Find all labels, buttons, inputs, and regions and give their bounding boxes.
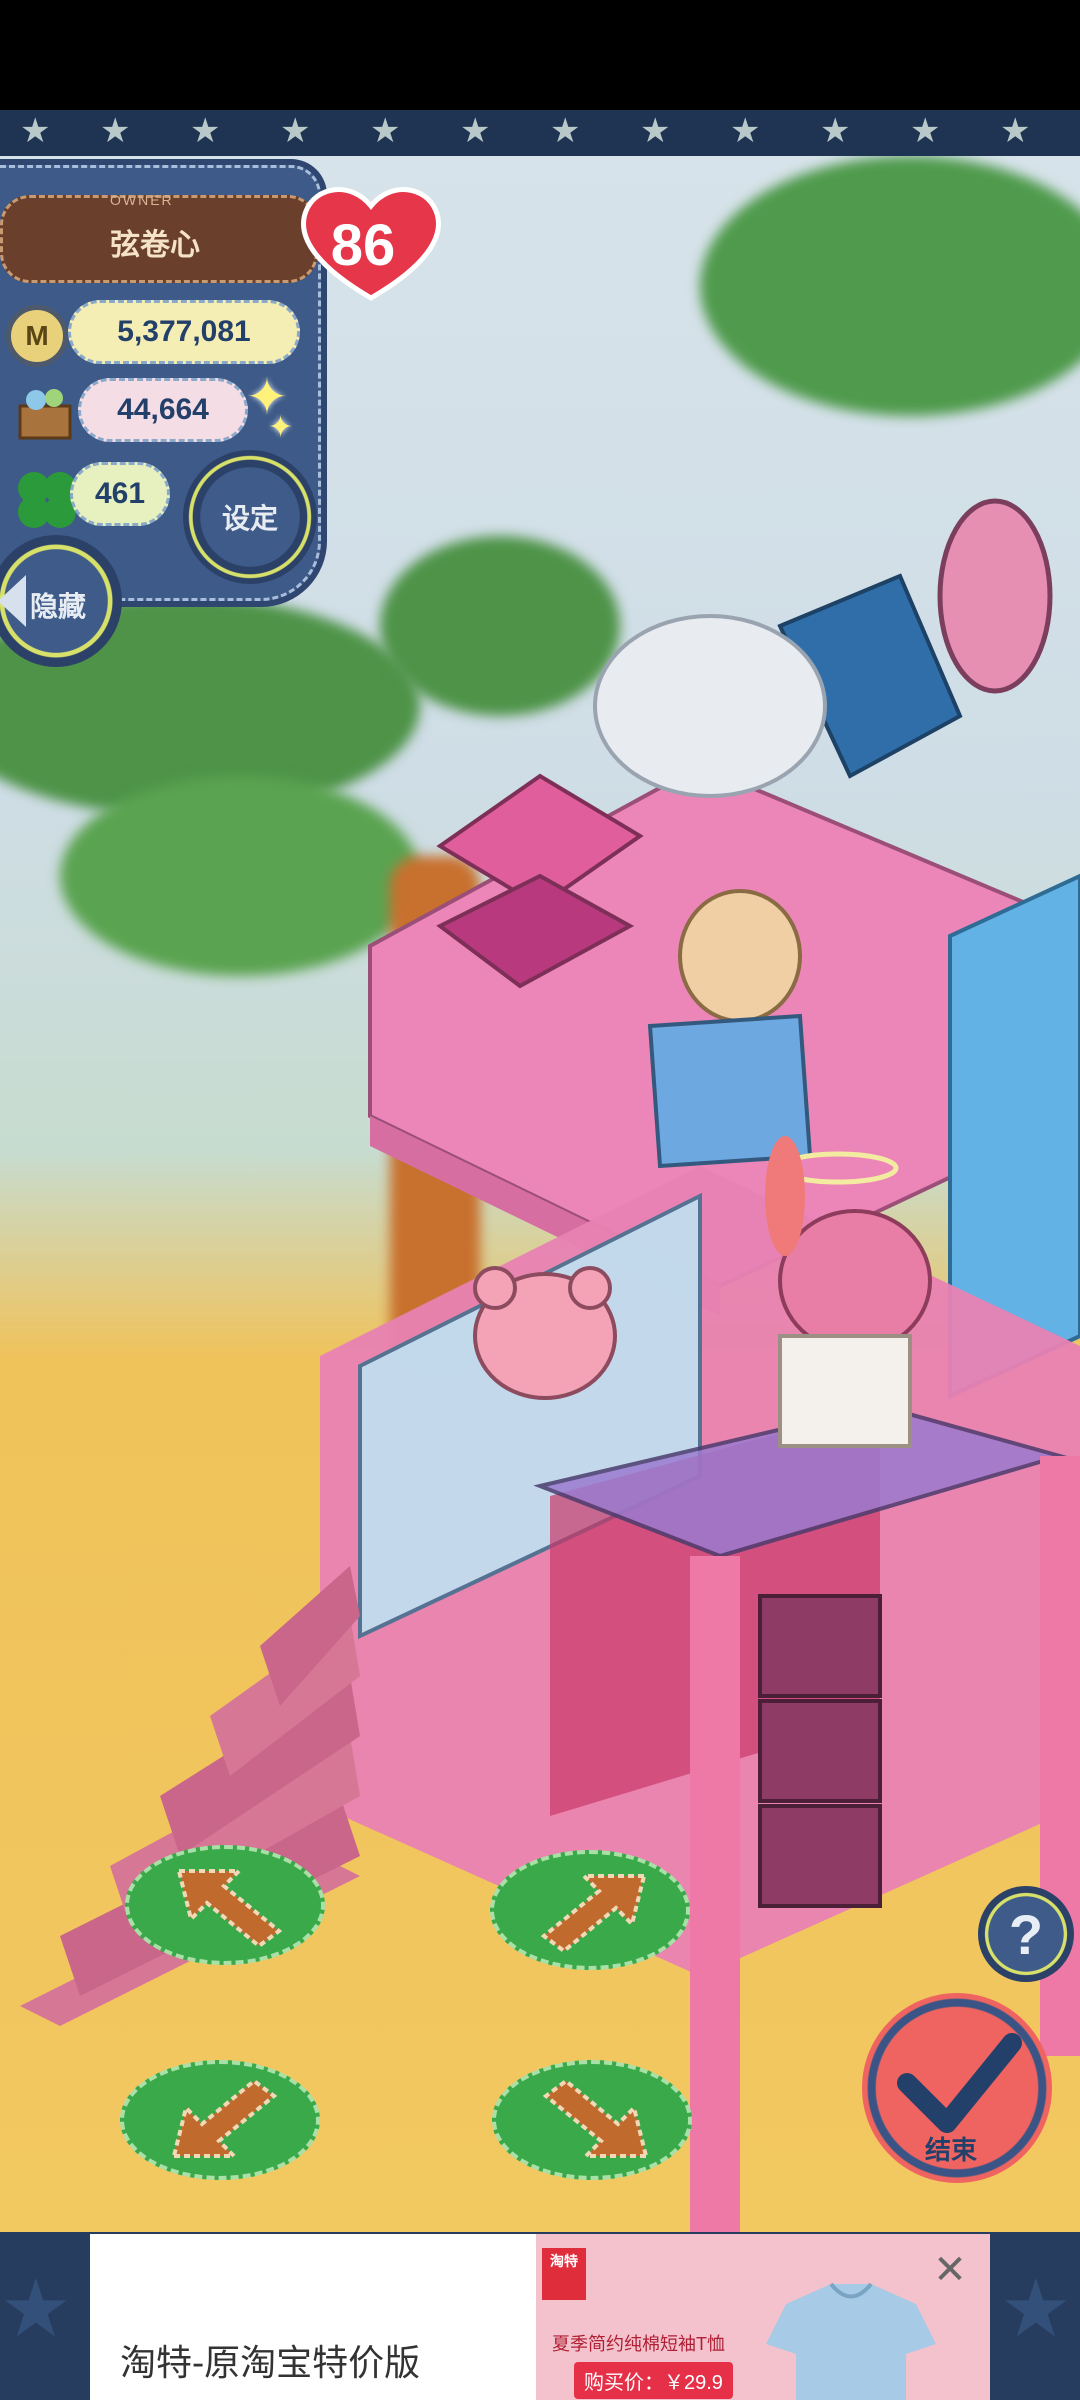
arrow-up-right-icon: [540, 1874, 647, 1954]
crate-icon: [18, 389, 72, 440]
ad-banner[interactable]: 淘特-原淘宝特价版 淘特 夏季简约纯棉短袖T恤 购买价：￥29.9 ✕: [90, 2234, 990, 2400]
level-value: 86: [330, 213, 396, 278]
settings-button[interactable]: 设定: [183, 450, 317, 584]
star-icon: ★: [550, 112, 581, 150]
star-icon: ★: [910, 112, 941, 150]
arrow-up-left-icon: [176, 1869, 283, 1949]
coin-icon: M: [6, 305, 68, 367]
sparkle-icon: ✦: [268, 411, 294, 444]
star-icon: ★: [280, 112, 311, 150]
owner-name: 弦卷心: [110, 229, 200, 262]
ad-title: 淘特-原淘宝特价版: [120, 2343, 421, 2384]
star-icon: ★: [1000, 2264, 1072, 2353]
pig-bear-character: [473, 1266, 617, 1400]
move-up-right-button[interactable]: [490, 1850, 690, 1970]
star-icon: ★: [370, 112, 401, 150]
star-icon: ★: [820, 112, 851, 150]
move-down-right-button[interactable]: [492, 2060, 692, 2180]
star-icon: ★: [20, 112, 51, 150]
top-border: ★ ★ ★ ★ ★ ★ ★ ★ ★ ★ ★ ★: [0, 110, 1080, 160]
move-down-left-button[interactable]: [120, 2060, 320, 2180]
ad-price: 购买价：￥29.9: [574, 2362, 733, 2399]
help-label: ?: [1008, 1902, 1044, 1966]
clovers-value: 461: [70, 462, 170, 526]
star-icon: ★: [100, 112, 131, 150]
ad-logo: 淘特: [542, 2248, 586, 2300]
tshirt-image: [766, 2282, 936, 2400]
move-up-left-button[interactable]: [125, 1845, 325, 1965]
ad-product: 夏季简约纯棉短袖T恤: [552, 2334, 725, 2354]
star-icon: ★: [730, 112, 761, 150]
star-icon: ★: [0, 2264, 72, 2353]
settings-label: 设定: [221, 503, 278, 534]
items-value: 44,664: [78, 378, 248, 442]
hide-label: 隐藏: [30, 591, 87, 622]
help-button[interactable]: ?: [978, 1886, 1074, 1982]
close-icon[interactable]: ✕: [930, 2250, 970, 2292]
star-icon: ★: [190, 112, 221, 150]
arrow-down-right-icon: [542, 2078, 649, 2158]
arrow-left-icon: [0, 575, 26, 627]
star-icon: ★: [1000, 112, 1031, 150]
star-icon: ★: [460, 112, 491, 150]
star-icon: ★: [640, 112, 671, 150]
coins-value: 5,377,081: [68, 300, 300, 364]
status-bar: [0, 0, 1080, 110]
owner-caption: OWNER: [110, 192, 174, 208]
arrow-down-left-icon: [171, 2078, 278, 2158]
end-label: 结束: [925, 2135, 978, 2165]
